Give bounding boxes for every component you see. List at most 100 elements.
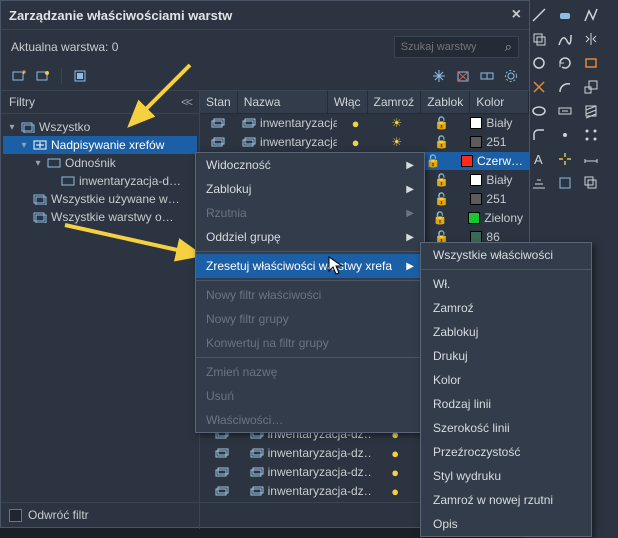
layer-state-icon (211, 117, 225, 129)
sub-color[interactable]: Kolor (421, 368, 591, 392)
tool-fillet[interactable] (530, 126, 548, 144)
sun-icon[interactable]: ☀ (391, 116, 402, 130)
tree-item-used[interactable]: Wszystkie używane w… (3, 190, 197, 208)
invert-filter-checkbox[interactable] (9, 509, 22, 522)
color-swatch[interactable] (468, 212, 480, 224)
layer-state-icon (215, 466, 229, 478)
color-swatch[interactable] (470, 136, 482, 148)
lock-icon[interactable]: 🔓 (434, 192, 449, 206)
layer-state-icon (215, 485, 229, 497)
layer-name: inwentaryzacja-dz… (260, 116, 337, 130)
col-nazwa[interactable]: Nazwa (238, 91, 328, 113)
tool-explode[interactable] (556, 150, 574, 168)
search-icon[interactable]: ⌕ (503, 39, 514, 55)
dialog-titlebar[interactable]: Zarządzanie właściwościami warstw × (1, 1, 529, 30)
ctx-visibility[interactable]: Widoczność▶ (196, 153, 424, 177)
color-swatch[interactable] (461, 155, 473, 167)
tree-item-inw[interactable]: inwentaryzacja-d… (3, 172, 197, 190)
color-swatch[interactable] (470, 174, 482, 186)
tool-spline[interactable] (556, 30, 574, 48)
search-input[interactable] (399, 40, 503, 54)
bulb-icon[interactable]: ● (352, 135, 360, 150)
tool-text[interactable]: A (530, 150, 548, 168)
sub-freeze[interactable]: Zamroź (421, 296, 591, 320)
lock-icon[interactable]: 🔓 (432, 211, 447, 225)
tool-rotate[interactable] (556, 54, 574, 72)
toolbar (1, 64, 529, 91)
tool-hatch[interactable] (582, 102, 600, 120)
bulb-icon[interactable]: ● (391, 446, 399, 461)
ctx-viewport: Rzutnia▶ (196, 201, 424, 225)
ctx-lock[interactable]: Zablokuj▶ (196, 177, 424, 201)
col-wlacz[interactable]: Włąc (328, 91, 368, 113)
tool-ellipse[interactable] (530, 102, 548, 120)
sub-desc[interactable]: Opis (421, 512, 591, 536)
tool-point[interactable] (556, 126, 574, 144)
col-zablok[interactable]: Zablok (421, 91, 470, 113)
ctx-isolate[interactable]: Oddziel grupę▶ (196, 225, 424, 249)
tool-align[interactable] (530, 174, 548, 192)
sub-plotstyle[interactable]: Styl wydruku (421, 464, 591, 488)
tool-polyline[interactable] (582, 6, 600, 24)
tool-circle[interactable] (530, 54, 548, 72)
sub-plot[interactable]: Drukuj (421, 344, 591, 368)
freeze-new-icon[interactable] (431, 68, 447, 84)
color-swatch[interactable] (470, 117, 482, 129)
tool-scale[interactable] (582, 78, 600, 96)
tool-eraser[interactable] (556, 6, 574, 24)
color-swatch[interactable] (470, 193, 482, 205)
tree-item-all[interactable]: ▾Wszystko (3, 118, 197, 136)
col-stan[interactable]: Stan (200, 91, 238, 113)
sub-on[interactable]: Wł. (421, 272, 591, 296)
bulb-icon[interactable]: ● (391, 484, 399, 499)
sub-all[interactable]: Wszystkie właściwości (421, 243, 591, 267)
context-submenu: Wszystkie właściwości Wł. Zamroź Zabloku… (420, 242, 592, 537)
tool-block[interactable] (556, 174, 574, 192)
lock-icon[interactable]: 🔓 (426, 154, 441, 168)
bulb-icon[interactable]: ● (352, 116, 360, 131)
settings-icon[interactable] (503, 68, 519, 84)
collapse-icon[interactable]: << (181, 95, 191, 109)
table-row[interactable]: inwentaryzacja-dz…●☀🔓Biały (200, 114, 529, 133)
tool-copy[interactable] (530, 30, 548, 48)
layer-states-icon[interactable] (72, 68, 88, 84)
tool-array[interactable] (582, 126, 600, 144)
sub-linetype[interactable]: Rodzaj linii (421, 392, 591, 416)
ctx-reset-xref[interactable]: Zresetuj właściwości warstwy xrefa▶ (196, 254, 424, 278)
table-row[interactable]: inwentaryzacja-dz…●☀🔓251 (200, 133, 529, 152)
col-zamroz[interactable]: Zamroź (368, 91, 422, 113)
sub-transp[interactable]: Przeźroczystość (421, 440, 591, 464)
close-icon[interactable]: × (512, 6, 521, 24)
lock-icon[interactable]: 🔓 (434, 116, 449, 130)
new-layer-icon[interactable] (11, 68, 27, 84)
tool-stretch[interactable] (556, 102, 574, 120)
tool-offset[interactable] (582, 174, 600, 192)
tool-trim[interactable] (530, 78, 548, 96)
lock-icon[interactable]: 🔓 (434, 135, 449, 149)
tree-item-xref[interactable]: ▾Odnośnik (3, 154, 197, 172)
color-name: 251 (486, 135, 506, 149)
new-filter-icon[interactable] (35, 68, 51, 84)
layer-icon (242, 136, 256, 148)
layer-icon (250, 485, 264, 497)
tool-mirror[interactable] (582, 30, 600, 48)
col-kolor[interactable]: Kolor (470, 91, 529, 113)
tool-arc[interactable] (556, 78, 574, 96)
tool-dim[interactable] (582, 150, 600, 168)
ctx-rename: Zmień nazwę (196, 360, 424, 384)
merge-icon[interactable] (479, 68, 495, 84)
sub-lineweight[interactable]: Szerokość linii (421, 416, 591, 440)
filters-label: Filtry (9, 95, 35, 109)
sun-icon[interactable]: ☀ (391, 135, 402, 149)
lock-icon[interactable]: 🔓 (434, 173, 449, 187)
layer-icon (250, 447, 264, 459)
tool-rect[interactable] (582, 54, 600, 72)
delete-layer-icon[interactable] (455, 68, 471, 84)
tree-item-allo[interactable]: Wszystkie warstwy o… (3, 208, 197, 226)
search-field[interactable]: ⌕ (394, 36, 519, 58)
tool-line[interactable] (530, 6, 548, 24)
tree-item-xref-override[interactable]: ▾Nadpisywanie xrefów (3, 136, 197, 154)
bulb-icon[interactable]: ● (391, 465, 399, 480)
sub-lock[interactable]: Zablokuj (421, 320, 591, 344)
sub-freeze-vp[interactable]: Zamroź w nowej rzutni (421, 488, 591, 512)
